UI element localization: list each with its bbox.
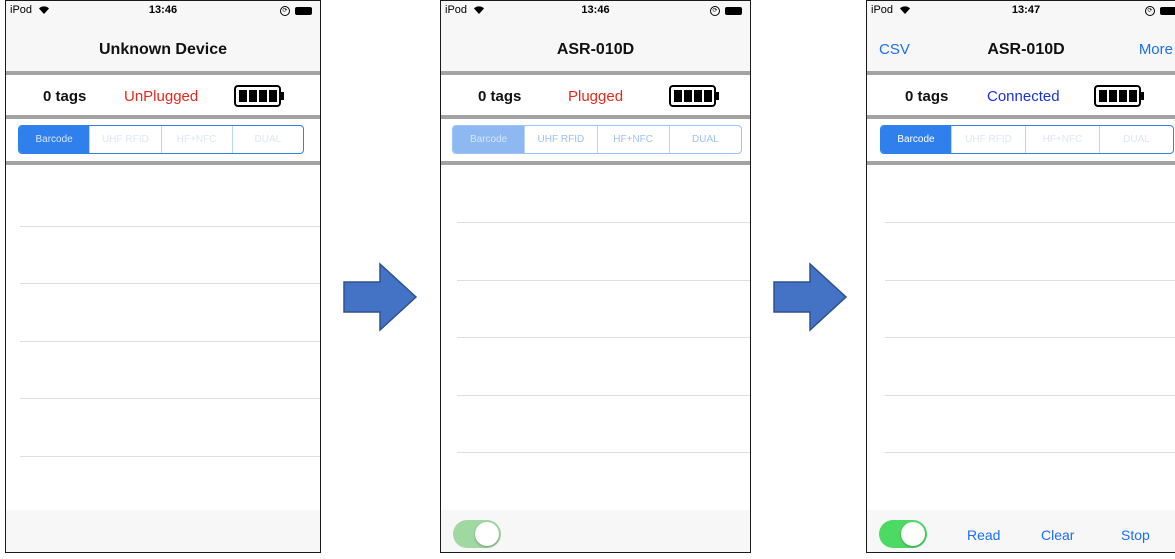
segment-barcode[interactable]: Barcode [453,126,525,153]
status-bar: iPod 13:47 ⟳ [867,1,1175,21]
battery-icon [725,7,742,16]
toolbar: Read Clear Stop [867,510,1175,552]
orientation-lock-icon: ⟳ [1145,6,1155,17]
page-title: Unknown Device [98,41,228,58]
tag-count: 0 tags [905,88,949,105]
list-separator [457,280,750,281]
divider [6,115,320,119]
toolbar [441,510,750,552]
segment-uhf-rfid[interactable]: UHF RFID [951,126,1025,153]
divider [441,161,750,165]
tag-count: 0 tags [43,88,87,105]
divider [867,115,1175,119]
screen-connected: iPod 13:47 ⟳ CSV ASR-010D More 0 tags Co… [866,0,1175,553]
segment-barcode[interactable]: Barcode [881,126,951,153]
segment-hf-nfc[interactable]: HF+NFC [1025,126,1099,153]
arrow-right-icon [773,262,848,332]
segment-barcode[interactable]: Barcode [19,126,90,153]
screen-unplugged: iPod 13:46 ⟳ Unknown Device 0 tags UnPlu… [5,0,321,553]
segment-uhf-rfid[interactable]: UHF RFID [89,126,160,153]
list-separator [885,337,1175,338]
segment-hf-nfc[interactable]: HF+NFC [596,126,669,153]
info-row: 0 tags Plugged [441,75,750,115]
scan-toggle[interactable] [879,520,927,548]
orientation-lock-icon: ⟳ [280,6,290,17]
segment-hf-nfc[interactable]: HF+NFC [160,126,232,153]
connection-status: Connected [987,88,1060,105]
nav-bar: ASR-010D [441,21,750,71]
status-time: 13:46 [581,4,610,16]
divider [6,161,320,165]
screen-plugged: iPod 13:46 ⟳ ASR-010D 0 tags Plugged Bar… [440,0,751,553]
divider [867,161,1175,165]
divider [441,115,750,119]
clear-button[interactable]: Clear [1041,527,1074,543]
segment-dual[interactable]: DUAL [1099,126,1173,153]
reader-battery-icon [669,85,719,107]
mode-segmented-control: Barcode UHF RFID HF+NFC DUAL [880,125,1174,154]
more-button[interactable]: More [1139,41,1173,58]
orientation-lock-icon: ⟳ [710,6,720,17]
tag-count: 0 tags [478,88,522,105]
list-separator [20,398,320,399]
toolbar [6,510,320,552]
status-time: 13:47 [1011,4,1041,16]
battery-icon [295,7,312,16]
nav-bar: Unknown Device [6,21,320,71]
info-row: 0 tags UnPlugged [6,75,320,115]
list-separator [20,226,320,227]
status-time: 13:46 [148,4,178,16]
page-title: ASR-010D [987,41,1065,58]
list-separator [457,222,750,223]
connection-status: UnPlugged [124,88,199,105]
list-separator [457,337,750,338]
battery-icon [1160,7,1175,16]
scan-toggle[interactable] [453,520,501,548]
list-separator [20,283,320,284]
nav-bar: CSV ASR-010D More [867,21,1175,71]
list-separator [20,341,320,342]
mode-segmented-control: Barcode UHF RFID HF+NFC DUAL [452,125,742,154]
page-title: ASR-010D [556,41,635,58]
list-separator [457,452,750,453]
info-row: 0 tags Connected [867,75,1175,115]
segment-uhf-rfid[interactable]: UHF RFID [524,126,596,153]
mode-segmented-control: Barcode UHF RFID HF+NFC DUAL [18,125,304,154]
list-separator [885,280,1175,281]
arrow-right-icon [343,262,418,332]
status-bar: iPod 13:46 ⟳ [441,1,750,21]
list-separator [457,395,750,396]
reader-battery-icon [1094,85,1144,107]
segment-dual[interactable]: DUAL [231,126,303,153]
list-separator [885,452,1175,453]
toggle-knob [475,522,499,546]
stop-button[interactable]: Stop [1121,527,1150,543]
status-bar: iPod 13:46 ⟳ [6,1,320,21]
connection-status: Plugged [568,88,624,105]
toggle-knob [901,522,925,546]
list-separator [885,222,1175,223]
list-separator [885,395,1175,396]
list-separator [20,456,320,457]
read-button[interactable]: Read [967,527,1000,543]
segment-dual[interactable]: DUAL [668,126,741,153]
reader-battery-icon [234,85,284,107]
